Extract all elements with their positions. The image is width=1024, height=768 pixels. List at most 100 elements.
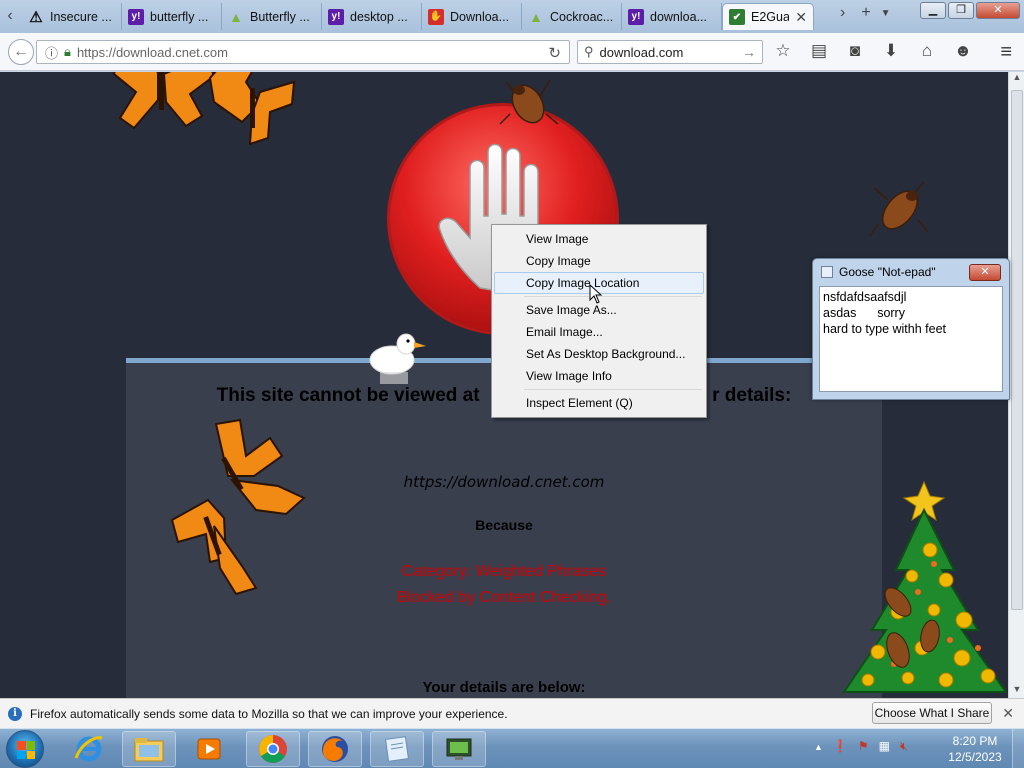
new-tab-icon[interactable]: +: [861, 4, 870, 24]
list-all-tabs-icon[interactable]: ▼: [881, 4, 891, 24]
menu-item-view-image[interactable]: View Image: [494, 228, 704, 250]
notepad-taskbar-button[interactable]: [370, 731, 424, 767]
internet-explorer-taskbar-button[interactable]: [62, 731, 116, 767]
tray-app-icon[interactable]: ❗: [833, 739, 848, 755]
tab-label: Downloa...: [450, 9, 510, 24]
tab-label: desktop ...: [350, 9, 408, 24]
goose-notepad-window: Goose "Not-epad" ✕: [812, 258, 1010, 400]
windows-taskbar: ▲ ❗ ⚑ ▦ 🔇︎ 8:20 PM 12/5/2023: [0, 728, 1024, 768]
file-explorer-taskbar-button[interactable]: [122, 731, 176, 767]
tab-butterfly-yahoo[interactable]: y! butterfly ...: [122, 3, 222, 30]
taskbar-clock[interactable]: 8:20 PM 12/5/2023: [942, 733, 1008, 765]
menu-item-inspect-element[interactable]: Inspect Element (Q): [494, 392, 704, 414]
tab-butterfly-android[interactable]: ▲ Butterfly ...: [222, 3, 322, 30]
android-icon: ▲: [229, 8, 243, 25]
lock-icon: 🔒︎: [64, 44, 71, 59]
notepad-title: Goose "Not-epad": [839, 265, 936, 279]
menu-item-email-image[interactable]: Email Image...: [494, 321, 704, 343]
tab-label: Insecure ...: [50, 9, 112, 24]
scroll-down-icon[interactable]: ▼: [1009, 684, 1024, 698]
window-controls: ▁ ❐ ✕: [920, 2, 1020, 19]
cockroach-icon: [869, 181, 929, 237]
internet-explorer-icon: [74, 736, 103, 762]
tab-e2guardian[interactable]: ✔ E2Gua... ✕: [722, 3, 814, 30]
scroll-thumb[interactable]: [1011, 90, 1023, 610]
tab-tools: › + ▼: [840, 4, 891, 24]
chrome-icon: [259, 735, 287, 763]
data-reporting-notification: i Firefox automatically sends some data …: [0, 698, 1024, 728]
volume-muted-icon[interactable]: 🔇︎: [900, 739, 908, 755]
url-bar[interactable]: ⓘ 🔒︎ https://download.cnet.com ↻: [36, 40, 570, 64]
scroll-tabs-left-button[interactable]: ‹: [2, 4, 18, 28]
monitor-icon: [446, 738, 472, 760]
hamburger-menu-icon[interactable]: ≡: [1000, 41, 1012, 64]
start-button[interactable]: [6, 730, 44, 768]
show-hidden-icons-icon[interactable]: ▲: [814, 739, 823, 755]
network-app-taskbar-button[interactable]: [432, 731, 486, 767]
christmas-tree-icon: [842, 480, 1008, 693]
goose-icon[interactable]: [366, 330, 428, 388]
url-text: https://download.cnet.com: [76, 44, 228, 60]
system-tray: ▲ ❗ ⚑ ▦ 🔇︎: [814, 739, 908, 755]
emoji-extension-icon[interactable]: ☻: [952, 41, 974, 61]
firefox-icon: [322, 736, 348, 762]
image-context-menu: View Image Copy Image Copy Image Locatio…: [491, 224, 707, 418]
downloads-icon[interactable]: ⬇: [880, 41, 902, 61]
tab-label: Butterfly ...: [250, 9, 310, 24]
shield-icon: ✔: [729, 9, 745, 25]
cockroach-icon: [499, 79, 559, 125]
info-icon: i: [8, 706, 22, 721]
search-bar[interactable]: ⚲ download.com →: [577, 40, 763, 64]
bookmark-star-icon[interactable]: ☆: [772, 41, 794, 61]
media-player-taskbar-button[interactable]: [182, 731, 236, 767]
menu-item-copy-image[interactable]: Copy Image: [494, 250, 704, 272]
tab-strip: ‹ ⚠ Insecure ... y! butterfly ... ▲ Butt…: [0, 0, 1024, 33]
butterfly-icon: [112, 72, 296, 146]
block-heading-right: r details:: [712, 385, 792, 406]
page-scrollbar[interactable]: ▲ ▼: [1008, 72, 1024, 698]
tab-desktop-yahoo[interactable]: y! desktop ...: [322, 3, 422, 30]
minimize-button[interactable]: ▁: [920, 2, 946, 19]
search-go-icon[interactable]: →: [742, 44, 756, 60]
notepad-icon: [385, 736, 409, 762]
menu-item-view-image-info[interactable]: View Image Info: [494, 365, 704, 387]
close-window-button[interactable]: ✕: [976, 2, 1020, 19]
pocket-icon[interactable]: ◙: [844, 41, 866, 61]
reload-icon[interactable]: ↻: [548, 44, 561, 62]
notepad-text-area[interactable]: [819, 286, 1003, 392]
close-tab-icon[interactable]: ✕: [795, 9, 807, 26]
toolbar-icons: ☆ ▤ ◙ ⬇ ⌂ ☻: [772, 41, 974, 61]
notepad-app-icon: [821, 266, 833, 278]
notepad-close-button[interactable]: ✕: [969, 264, 1001, 281]
scroll-up-icon[interactable]: ▲: [1009, 72, 1024, 86]
reading-list-icon[interactable]: ▤: [808, 41, 830, 61]
network-icon[interactable]: ▦: [879, 739, 890, 755]
choose-what-i-share-button[interactable]: Choose What I Share: [872, 702, 992, 724]
mouse-cursor-icon: [589, 284, 603, 304]
tab-cockroach[interactable]: ▲ Cockroac...: [522, 3, 622, 30]
yahoo-icon: y!: [128, 8, 144, 25]
search-input[interactable]: download.com: [600, 45, 684, 60]
restore-button[interactable]: ❐: [948, 2, 974, 19]
action-center-icon[interactable]: ⚑: [858, 739, 869, 755]
warning-icon: ⚠: [29, 8, 43, 26]
tab-download-yahoo[interactable]: y! downloa...: [622, 3, 722, 30]
menu-item-set-desktop-background[interactable]: Set As Desktop Background...: [494, 343, 704, 365]
block-heading-left: This site cannot be viewed at: [216, 385, 480, 406]
scroll-tabs-right-icon[interactable]: ›: [840, 4, 845, 24]
yahoo-icon: y!: [628, 8, 644, 25]
tab-list: ⚠ Insecure ... y! butterfly ... ▲ Butter…: [22, 3, 814, 31]
menu-separator: [524, 296, 702, 297]
site-info-icon[interactable]: ⓘ: [45, 43, 58, 62]
back-button[interactable]: ←: [8, 39, 34, 65]
chrome-taskbar-button[interactable]: [246, 731, 300, 767]
close-notification-icon[interactable]: ✕: [1002, 705, 1014, 722]
clock-time: 8:20 PM: [952, 734, 998, 748]
tab-insecure[interactable]: ⚠ Insecure ...: [22, 3, 122, 30]
media-player-icon: [197, 738, 221, 760]
butterfly-icon: [170, 418, 306, 596]
firefox-taskbar-button[interactable]: [308, 731, 362, 767]
home-icon[interactable]: ⌂: [916, 41, 938, 61]
show-desktop-button[interactable]: [1012, 729, 1024, 768]
tab-download-blocked[interactable]: ✋ Downloa...: [422, 3, 522, 30]
